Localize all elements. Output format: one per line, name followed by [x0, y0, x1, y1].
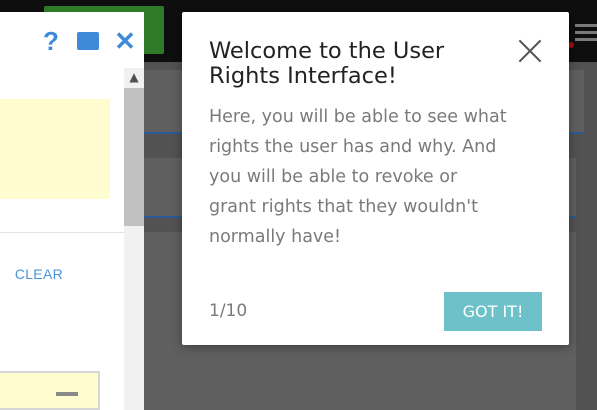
highlight-box: [0, 371, 100, 410]
step-counter: 1/10: [209, 301, 248, 321]
dialog-body: Here, you will be able to see what right…: [209, 107, 507, 247]
highlight-box: [0, 99, 110, 199]
menu-icon[interactable]: [575, 24, 597, 42]
scroll-up-icon[interactable]: ▲: [124, 68, 144, 86]
scrollbar-thumb[interactable]: [124, 88, 144, 226]
dialog-title: Welcome to the User Rights Interface!: [209, 38, 445, 89]
clear-button[interactable]: CLEAR: [0, 266, 63, 282]
close-icon[interactable]: [516, 37, 544, 65]
welcome-dialog: Welcome to the User Rights Interface! He…: [182, 12, 569, 345]
scrollbar[interactable]: ▲: [124, 68, 144, 410]
window-icon[interactable]: [76, 26, 100, 56]
divider: [0, 232, 124, 233]
panel-header: ? ✕: [0, 12, 144, 68]
minus-icon[interactable]: [56, 392, 78, 396]
help-icon[interactable]: ?: [38, 26, 64, 56]
side-panel: ? ✕ CLEAR ▲: [0, 12, 144, 410]
close-icon[interactable]: ✕: [114, 26, 136, 56]
got-it-button[interactable]: GOT IT!: [444, 292, 542, 331]
